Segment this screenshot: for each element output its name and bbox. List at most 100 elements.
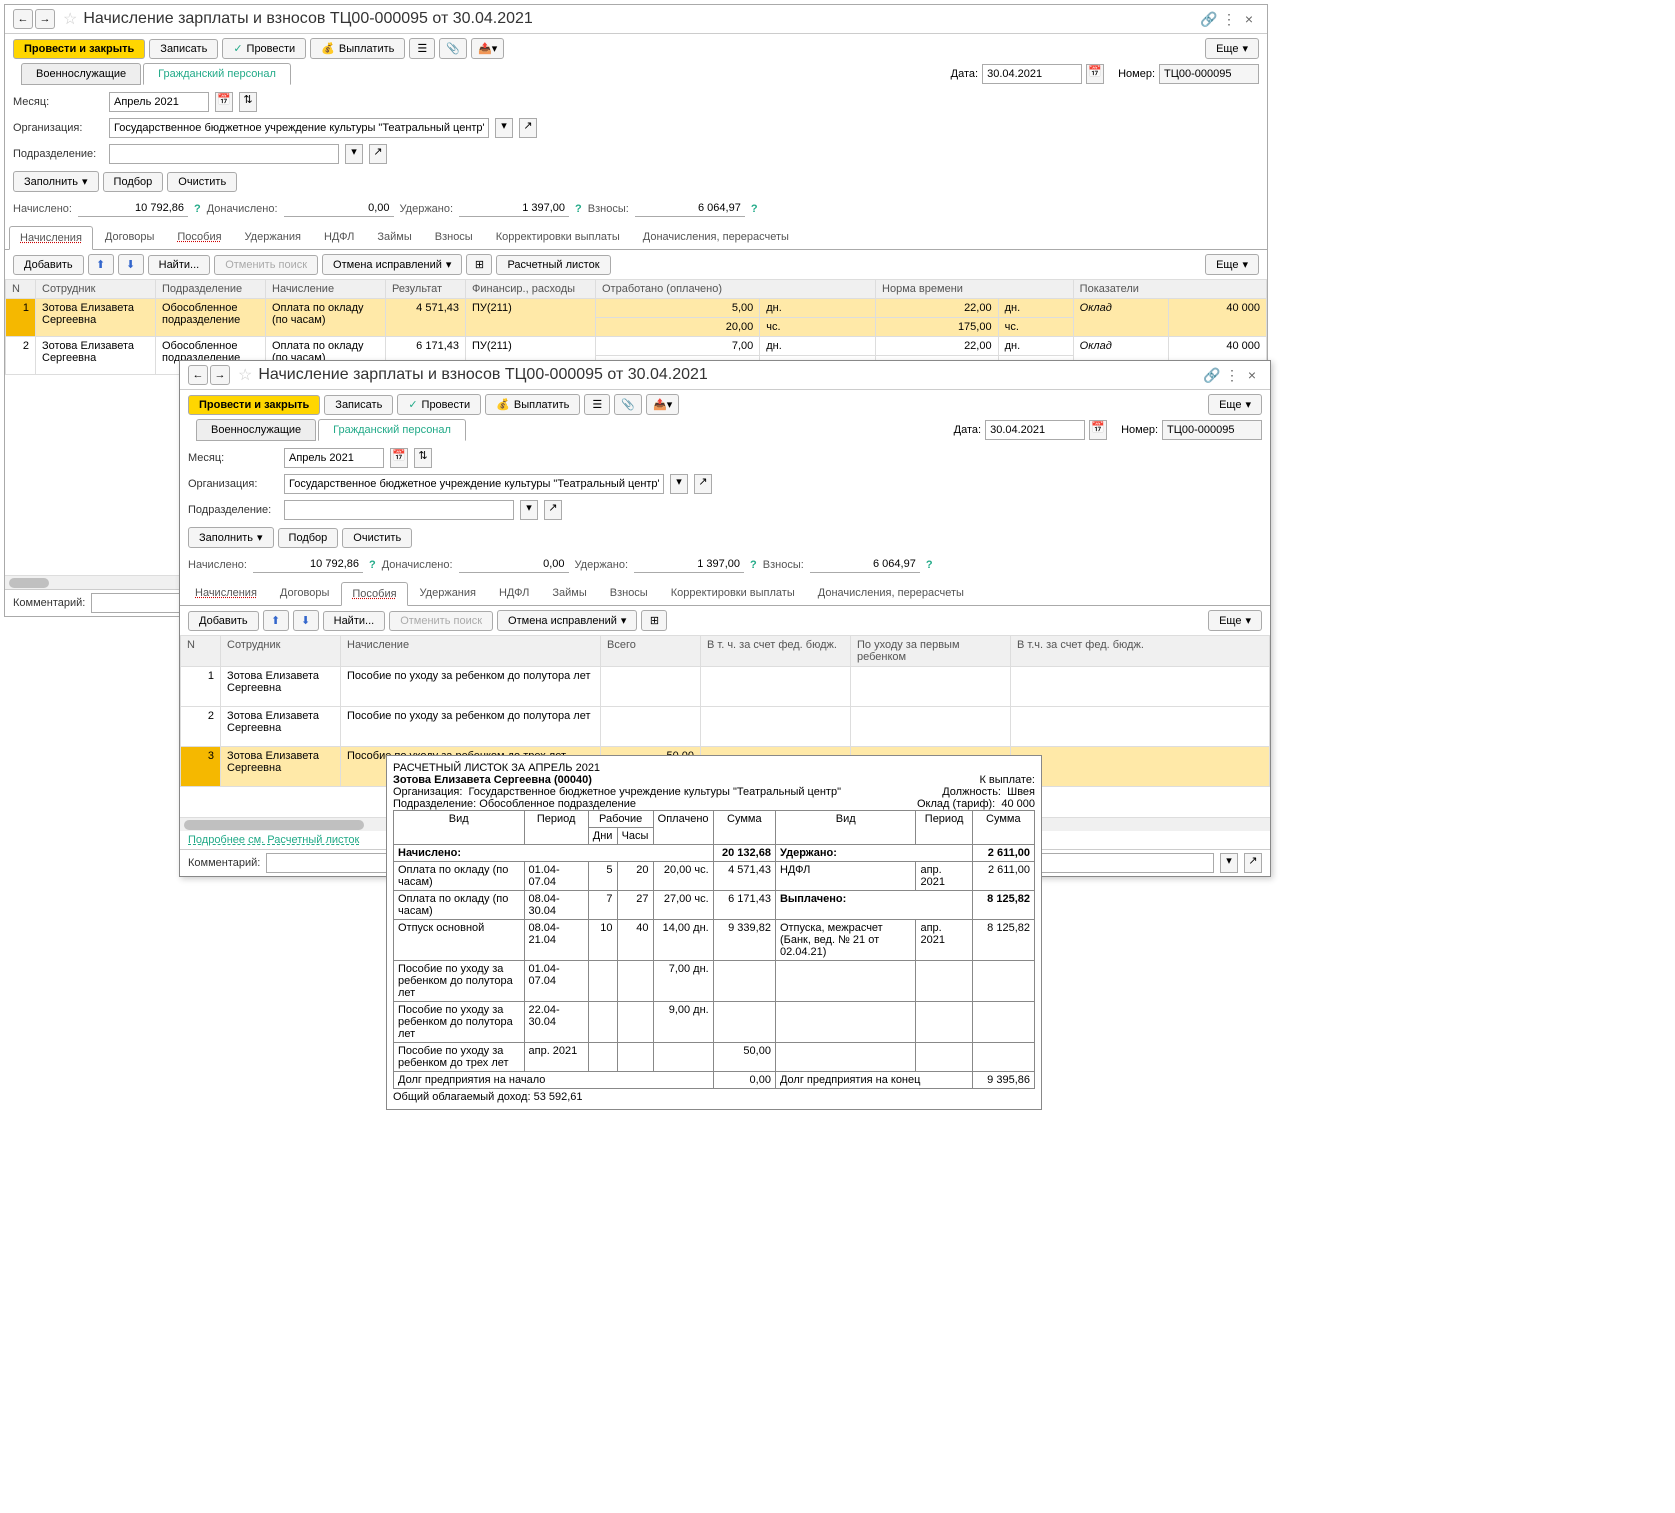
move-up-button[interactable]: ⬆ [88, 254, 114, 275]
help-icon[interactable]: ? [194, 203, 201, 215]
col-fed2[interactable]: В т.ч. за счет фед. бюдж. [1011, 636, 1270, 667]
grid-more-button[interactable]: Еще ▾ [1205, 254, 1259, 275]
col-n-2[interactable]: N [181, 636, 221, 667]
more-vertical-icon-2[interactable]: ⋮ [1222, 365, 1242, 385]
month-calendar-icon-2[interactable]: 📅 [390, 448, 408, 468]
post-and-close-button-2[interactable]: Провести и закрыть [188, 395, 320, 415]
payslip-button[interactable]: Расчетный листок [496, 255, 610, 275]
help-icon-2[interactable]: ? [575, 203, 582, 215]
comment-dropdown-icon[interactable]: ▾ [1220, 853, 1238, 873]
col-fed[interactable]: В т. ч. за счет фед. бюдж. [701, 636, 851, 667]
table-row[interactable]: 1Зотова Елизавета СергеевнаПособие по ух… [181, 667, 1270, 707]
tab-benefits-2[interactable]: Пособия [341, 582, 407, 606]
post-button-2[interactable]: ✓Провести [397, 394, 481, 415]
dept-input-2[interactable] [284, 500, 514, 520]
org-dropdown-icon-2[interactable]: ▾ [670, 474, 688, 494]
col-emp[interactable]: Сотрудник [36, 280, 156, 299]
tab-benefits[interactable]: Пособия [166, 225, 232, 249]
attach-icon-button-2[interactable]: 📎 [614, 394, 642, 415]
undo-fix-button[interactable]: Отмена исправлений ▾ [322, 254, 462, 275]
grid-more-button-2[interactable]: Еще ▾ [1208, 610, 1262, 631]
date-input[interactable] [982, 64, 1082, 84]
table-row[interactable]: 2 Зотова Елизавета СергеевнаОбособленное… [6, 337, 1267, 356]
more-vertical-icon[interactable]: ⋮ [1219, 9, 1239, 29]
tab-contracts[interactable]: Договоры [94, 225, 165, 249]
col-norm[interactable]: Норма времени [876, 280, 1074, 299]
pay-button[interactable]: 💰Выплатить [310, 38, 405, 59]
dept-open-icon[interactable]: ↗ [369, 144, 387, 164]
month-stepper-2[interactable]: ⇅ [414, 448, 432, 468]
link-icon-2[interactable]: 🔗 [1202, 365, 1222, 385]
month-stepper[interactable]: ⇅ [239, 92, 257, 112]
help-icon-6[interactable]: ? [926, 559, 933, 571]
help-icon-4[interactable]: ? [369, 559, 376, 571]
col-acc[interactable]: Начисление [266, 280, 386, 299]
tab-accruals[interactable]: Начисления [9, 226, 93, 250]
tab-loans-2[interactable]: Займы [541, 581, 597, 605]
month-input-2[interactable] [284, 448, 384, 468]
report-icon-button-2[interactable]: ☰ [584, 394, 610, 415]
post-and-close-button[interactable]: Провести и закрыть [13, 39, 145, 59]
org-input[interactable] [109, 118, 489, 138]
save-button-2[interactable]: Записать [324, 395, 393, 415]
tab-loans[interactable]: Займы [366, 225, 422, 249]
col-dept[interactable]: Подразделение [156, 280, 266, 299]
help-icon-5[interactable]: ? [750, 559, 757, 571]
table-settings-icon[interactable]: ⊞ [466, 254, 492, 275]
calendar-icon-2[interactable]: 📅 [1089, 420, 1107, 440]
post-button[interactable]: ✓Провести [222, 38, 306, 59]
tab-contracts-2[interactable]: Договоры [269, 581, 340, 605]
pay-button-2[interactable]: 💰Выплатить [485, 394, 580, 415]
find-button[interactable]: Найти... [148, 255, 211, 275]
dept-open-icon-2[interactable]: ↗ [544, 500, 562, 520]
tab-ndfl-2[interactable]: НДФЛ [488, 581, 540, 605]
col-total[interactable]: Всего [601, 636, 701, 667]
tab-withhold-2[interactable]: Удержания [409, 581, 487, 605]
month-input[interactable] [109, 92, 209, 112]
fill-button[interactable]: Заполнить ▾ [13, 171, 99, 192]
tab-accruals-2[interactable]: Начисления [184, 581, 268, 605]
pick-button-2[interactable]: Подбор [278, 528, 339, 548]
col-n[interactable]: N [6, 280, 36, 299]
date-input-2[interactable] [985, 420, 1085, 440]
col-acc-2[interactable]: Начисление [341, 636, 601, 667]
month-calendar-icon[interactable]: 📅 [215, 92, 233, 112]
tab-contrib-2[interactable]: Взносы [599, 581, 659, 605]
move-down-button-2[interactable]: ⬇ [293, 610, 319, 631]
back-button-2[interactable]: ← [188, 365, 208, 385]
org-open-icon[interactable]: ↗ [519, 118, 537, 138]
tab-military-2[interactable]: Военнослужащие [196, 419, 316, 441]
favorite-star-icon[interactable]: ☆ [63, 9, 77, 29]
tab-recalc[interactable]: Доначисления, перерасчеты [632, 225, 800, 249]
fill-button-2[interactable]: Заполнить ▾ [188, 527, 274, 548]
col-worked[interactable]: Отработано (оплачено) [596, 280, 876, 299]
move-down-button[interactable]: ⬇ [118, 254, 144, 275]
comment-open-icon[interactable]: ↗ [1244, 853, 1262, 873]
tab-ndfl[interactable]: НДФЛ [313, 225, 365, 249]
payslip-link[interactable]: Подробнее см. Расчетный листок [188, 834, 359, 846]
undo-fix-button-2[interactable]: Отмена исправлений ▾ [497, 610, 637, 631]
tab-contrib[interactable]: Взносы [424, 225, 484, 249]
add-button-2[interactable]: Добавить [188, 611, 259, 631]
col-res[interactable]: Результат [386, 280, 466, 299]
tab-corr-2[interactable]: Корректировки выплаты [660, 581, 806, 605]
table-settings-icon-2[interactable]: ⊞ [641, 610, 667, 631]
tab-withhold[interactable]: Удержания [234, 225, 312, 249]
org-input-2[interactable] [284, 474, 664, 494]
save-button[interactable]: Записать [149, 39, 218, 59]
col-child1[interactable]: По уходу за первым ребенком [851, 636, 1011, 667]
table-row[interactable]: 1 Зотова Елизавета СергеевнаОбособленное… [6, 299, 1267, 318]
more-button-2[interactable]: Еще ▾ [1208, 394, 1262, 415]
clear-button[interactable]: Очистить [167, 172, 237, 192]
tab-military[interactable]: Военнослужащие [21, 63, 141, 85]
back-button[interactable]: ← [13, 9, 33, 29]
tab-recalc-2[interactable]: Доначисления, перерасчеты [807, 581, 975, 605]
calendar-icon[interactable]: 📅 [1086, 64, 1104, 84]
more-button[interactable]: Еще ▾ [1205, 38, 1259, 59]
clear-button-2[interactable]: Очистить [342, 528, 412, 548]
dept-dropdown-icon[interactable]: ▾ [345, 144, 363, 164]
dept-dropdown-icon-2[interactable]: ▾ [520, 500, 538, 520]
forward-button[interactable]: → [35, 9, 55, 29]
pick-button[interactable]: Подбор [103, 172, 164, 192]
tab-civil-2[interactable]: Гражданский персонал [318, 419, 466, 441]
